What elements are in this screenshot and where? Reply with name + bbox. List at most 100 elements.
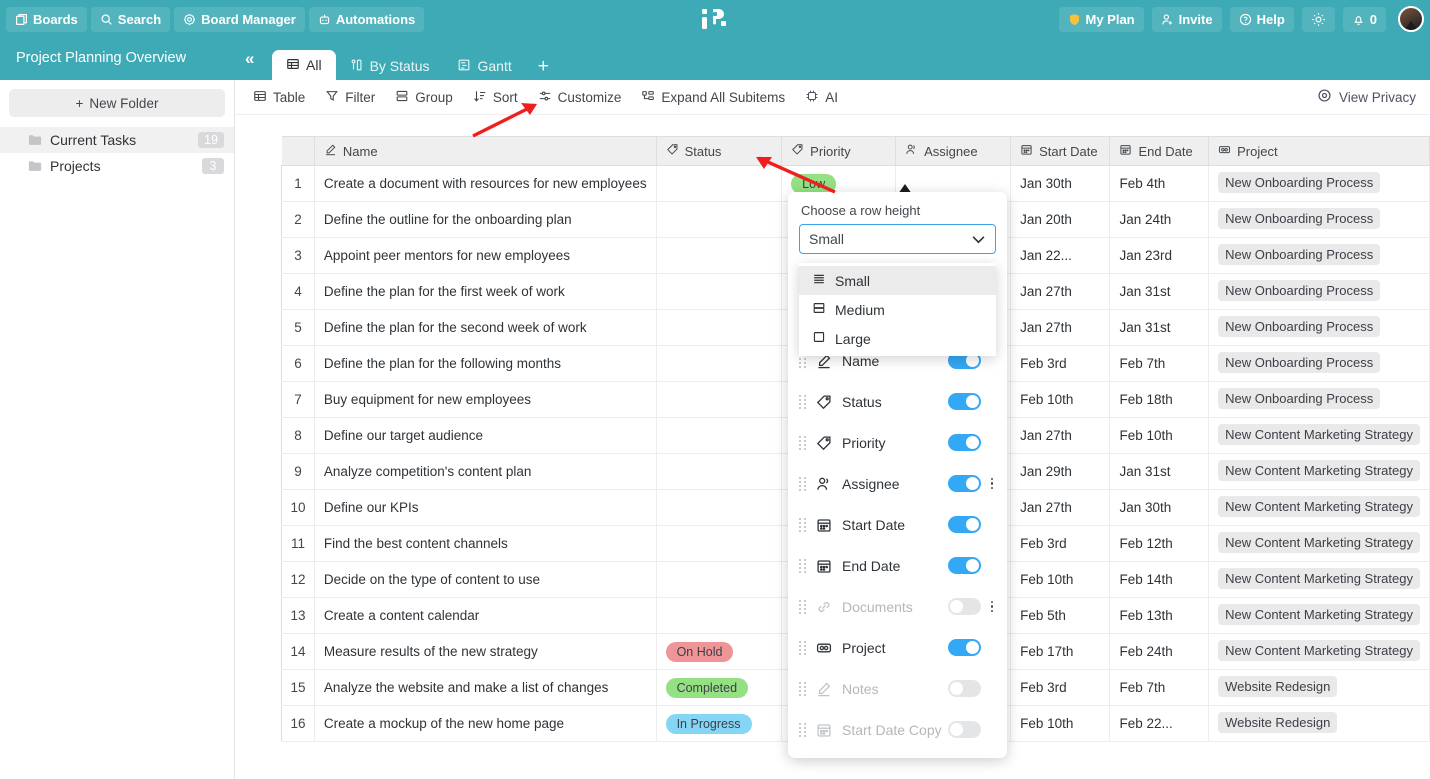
cell-project[interactable]: New Content Marketing Strategy <box>1208 597 1430 634</box>
field-row-start-date-copy[interactable]: Start Date Copy <box>788 709 1007 750</box>
cell-start-date[interactable]: Feb 5th <box>1010 597 1111 634</box>
cell-end-date[interactable]: Feb 4th <box>1109 165 1210 202</box>
cell-end-date[interactable]: Jan 24th <box>1109 201 1210 238</box>
row-height-option-small[interactable]: Small <box>799 266 996 295</box>
add-view-button[interactable]: + <box>526 56 561 80</box>
row-height-option-large[interactable]: Large <box>799 324 996 353</box>
field-visibility-toggle[interactable] <box>948 516 981 533</box>
cell-name[interactable]: Appoint peer mentors for new employees <box>314 237 657 274</box>
cell-start-date[interactable]: Feb 10th <box>1010 705 1111 742</box>
column-header-priority[interactable]: Priority <box>781 136 897 166</box>
field-row-assignee[interactable]: Assignee <box>788 463 1007 504</box>
cell-status[interactable] <box>656 489 783 526</box>
cell-end-date[interactable]: Feb 24th <box>1109 633 1210 670</box>
toolbar-group-button[interactable]: Group <box>385 86 463 109</box>
drag-handle-icon[interactable] <box>799 517 808 532</box>
field-row-priority[interactable]: Priority <box>788 422 1007 463</box>
cell-project[interactable]: New Content Marketing Strategy <box>1208 417 1430 454</box>
cell-end-date[interactable]: Feb 13th <box>1109 597 1210 634</box>
cell-status[interactable] <box>656 237 783 274</box>
toolbar-filter-button[interactable]: Filter <box>315 86 385 109</box>
cell-name[interactable]: Define the plan for the first week of wo… <box>314 273 657 310</box>
cell-status[interactable]: Completed <box>656 669 783 706</box>
column-header-name[interactable]: Name <box>314 136 657 166</box>
cell-start-date[interactable]: Jan 20th <box>1010 201 1111 238</box>
cell-project[interactable]: New Onboarding Process <box>1208 237 1430 274</box>
cell-project[interactable]: Website Redesign <box>1208 669 1430 706</box>
column-header-end-date[interactable]: End Date <box>1109 136 1210 166</box>
cell-end-date[interactable]: Jan 31st <box>1109 309 1210 346</box>
cell-name[interactable]: Analyze the website and make a list of c… <box>314 669 657 706</box>
nav-board-manager-button[interactable]: Board Manager <box>174 6 305 32</box>
column-header-project[interactable]: Project <box>1208 136 1430 166</box>
field-row-end-date[interactable]: End Date <box>788 545 1007 586</box>
cell-start-date[interactable]: Feb 10th <box>1010 381 1111 418</box>
sidebar-item-current-tasks[interactable]: Current Tasks 19 <box>0 127 234 153</box>
view-privacy-button[interactable]: View Privacy <box>1317 88 1416 106</box>
cell-name[interactable]: Create a mockup of the new home page <box>314 705 657 742</box>
cell-name[interactable]: Find the best content channels <box>314 525 657 562</box>
cell-status[interactable] <box>656 309 783 346</box>
cell-name[interactable]: Define the outline for the onboarding pl… <box>314 201 657 238</box>
cell-status[interactable] <box>656 201 783 238</box>
drag-handle-icon[interactable] <box>799 435 808 450</box>
cell-status[interactable] <box>656 417 783 454</box>
tab-gantt[interactable]: Gantt <box>443 52 525 80</box>
cell-end-date[interactable]: Feb 18th <box>1109 381 1210 418</box>
cell-project[interactable]: New Content Marketing Strategy <box>1208 489 1430 526</box>
cell-status[interactable] <box>656 381 783 418</box>
cell-status[interactable] <box>656 525 783 562</box>
cell-end-date[interactable]: Jan 30th <box>1109 489 1210 526</box>
field-more-options-icon[interactable] <box>986 600 998 613</box>
help-button[interactable]: Help <box>1229 6 1294 32</box>
field-visibility-toggle[interactable] <box>948 639 981 656</box>
cell-status[interactable]: On Hold <box>656 633 783 670</box>
field-row-status[interactable]: Status <box>788 381 1007 422</box>
cell-start-date[interactable]: Feb 3rd <box>1010 669 1111 706</box>
cell-start-date[interactable]: Feb 10th <box>1010 561 1111 598</box>
row-height-option-medium[interactable]: Medium <box>799 295 996 324</box>
tab-all[interactable]: All <box>272 50 336 80</box>
notifications-button[interactable]: 0 <box>1342 6 1386 32</box>
cell-name[interactable]: Decide on the type of content to use <box>314 561 657 598</box>
column-header-start-date[interactable]: Start Date <box>1010 136 1111 166</box>
toolbar-expand-all-subitems-button[interactable]: Expand All Subitems <box>631 86 795 109</box>
cell-start-date[interactable]: Feb 17th <box>1010 633 1111 670</box>
cell-project[interactable]: Website Redesign <box>1208 705 1430 742</box>
cell-project[interactable]: New Content Marketing Strategy <box>1208 633 1430 670</box>
cell-project[interactable]: New Onboarding Process <box>1208 201 1430 238</box>
toolbar-sort-button[interactable]: Sort <box>463 86 528 109</box>
cell-project[interactable]: New Onboarding Process <box>1208 165 1430 202</box>
cell-status[interactable]: In Progress <box>656 705 783 742</box>
cell-name[interactable]: Create a content calendar <box>314 597 657 634</box>
theme-toggle-button[interactable] <box>1301 6 1335 32</box>
cell-project[interactable]: New Onboarding Process <box>1208 381 1430 418</box>
cell-project[interactable]: New Content Marketing Strategy <box>1208 453 1430 490</box>
field-more-options-icon[interactable] <box>986 477 998 490</box>
field-row-documents[interactable]: Documents <box>788 586 1007 627</box>
nav-automations-button[interactable]: Automations <box>308 6 425 32</box>
nav-search-button[interactable]: Search <box>90 6 171 32</box>
field-visibility-toggle[interactable] <box>948 680 981 697</box>
cell-status[interactable] <box>656 561 783 598</box>
cell-name[interactable]: Define the plan for the second week of w… <box>314 309 657 346</box>
row-height-select[interactable]: Small <box>799 224 996 254</box>
cell-name[interactable]: Create a document with resources for new… <box>314 165 657 202</box>
field-row-project[interactable]: Project <box>788 627 1007 668</box>
drag-handle-icon[interactable] <box>799 640 808 655</box>
field-row-notes[interactable]: Notes <box>788 668 1007 709</box>
cell-start-date[interactable]: Jan 27th <box>1010 309 1111 346</box>
cell-end-date[interactable]: Jan 31st <box>1109 273 1210 310</box>
cell-start-date[interactable]: Jan 30th <box>1010 165 1111 202</box>
cell-name[interactable]: Measure results of the new strategy <box>314 633 657 670</box>
cell-end-date[interactable]: Feb 10th <box>1109 417 1210 454</box>
cell-start-date[interactable]: Feb 3rd <box>1010 345 1111 382</box>
cell-name[interactable]: Analyze competition's content plan <box>314 453 657 490</box>
avatar[interactable] <box>1398 6 1424 32</box>
drag-handle-icon[interactable] <box>799 394 808 409</box>
cell-project[interactable]: New Onboarding Process <box>1208 273 1430 310</box>
drag-handle-icon[interactable] <box>799 681 808 696</box>
cell-status[interactable] <box>656 345 783 382</box>
cell-project[interactable]: New Onboarding Process <box>1208 309 1430 346</box>
new-folder-button[interactable]: + New Folder <box>9 89 225 117</box>
